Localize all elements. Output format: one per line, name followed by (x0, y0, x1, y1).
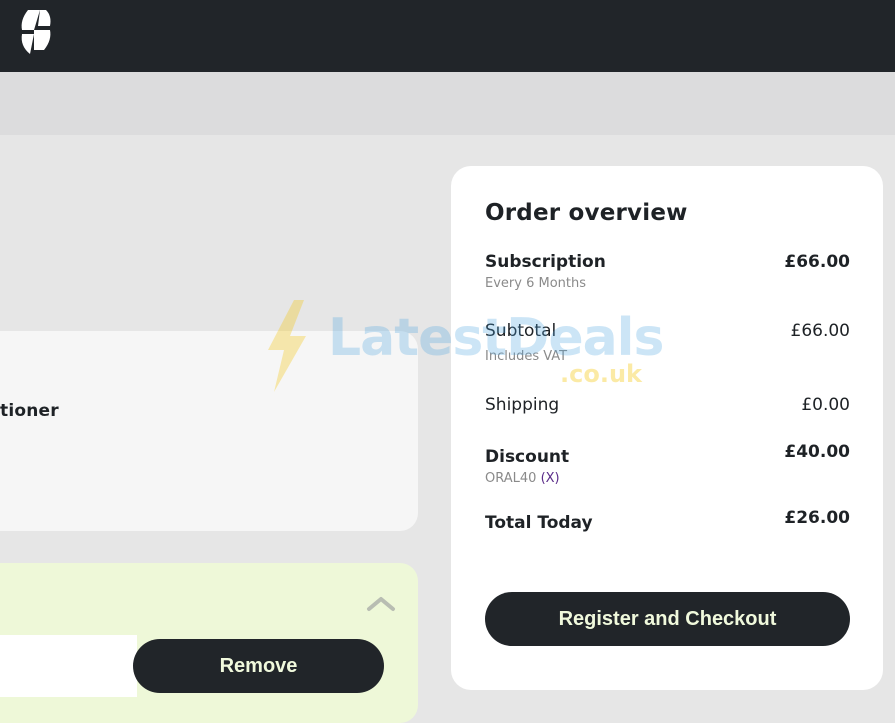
discount-code-line: ORAL40 (X) (485, 471, 560, 486)
subtotal-price: £66.00 (790, 321, 850, 341)
chevron-up-icon[interactable] (366, 594, 396, 612)
brand-logo-icon[interactable] (16, 6, 56, 58)
discount-amount: £40.00 (784, 442, 850, 462)
product-title: tioner (0, 401, 59, 421)
discount-code-input[interactable] (0, 635, 137, 697)
top-navigation-bar (0, 0, 895, 72)
register-and-checkout-button[interactable]: Register and Checkout (485, 592, 850, 646)
discount-code: ORAL40 (485, 471, 537, 486)
total-label: Total Today (485, 513, 593, 533)
remove-discount-button[interactable]: Remove (133, 639, 384, 693)
subscription-price: £66.00 (784, 252, 850, 272)
shipping-label: Shipping (485, 395, 560, 415)
subscription-label: Subscription (485, 252, 606, 272)
vat-note: Includes VAT (485, 349, 568, 364)
total-price: £26.00 (784, 508, 850, 528)
order-overview-panel: Order overview Subscription £66.00 Every… (451, 166, 883, 690)
discount-card: Remove (0, 563, 418, 723)
product-card: tioner (0, 331, 418, 531)
secondary-bar (0, 72, 895, 135)
shipping-price: £0.00 (801, 395, 850, 415)
discount-label: Discount (485, 447, 570, 467)
subscription-frequency: Every 6 Months (485, 276, 586, 291)
order-overview-title: Order overview (485, 200, 688, 226)
remove-code-link[interactable]: (X) (541, 471, 560, 486)
subtotal-label: Subtotal (485, 321, 557, 341)
